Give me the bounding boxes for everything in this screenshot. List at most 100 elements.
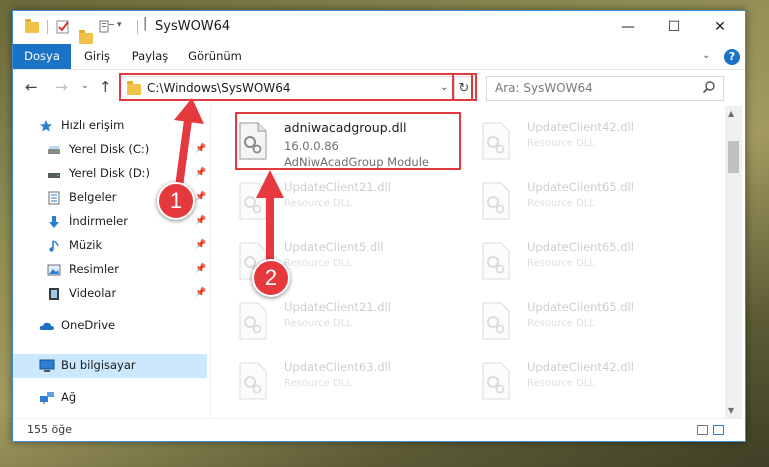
file-name: UpdateClient42.dll [527,120,634,134]
list-item[interactable]: UpdateClient63.dll Resource DLL [218,354,448,410]
file-description: Resource DLL [527,378,595,389]
sidebar-item-label: Müzik [69,238,103,252]
maximize-button[interactable]: ☐ [651,11,697,44]
sidebar-item-label: Belgeler [69,190,117,204]
sidebar-item-music[interactable]: Müzik 📌 [13,234,207,258]
file-name: UpdateClient21.dll [284,300,391,314]
help-icon[interactable]: ? [724,49,740,65]
dll-file-icon [482,242,510,280]
pictures-icon [47,264,61,276]
folder-icon [25,19,39,33]
file-name: UpdateClient65.dll [527,240,634,254]
customize-icon[interactable] [99,19,115,35]
annotation-arrow-2 [256,170,284,264]
file-description: Resource DLL [284,378,352,389]
sidebar-item-label: Bu bilgisayar [61,358,136,372]
pin-icon[interactable]: 📌 [195,288,206,298]
sidebar-item-label: İndirmeler [69,214,128,228]
sidebar-item-label: Hızlı erişim [61,118,125,132]
dll-file-icon [482,182,510,220]
dll-file-icon [239,362,267,400]
sidebar-item-network[interactable]: Ağ [13,386,207,410]
large-icons-view-icon[interactable] [713,425,724,435]
sidebar-item-onedrive[interactable]: OneDrive [13,314,207,338]
cloud-icon [39,322,54,330]
step-badge-1: 1 [157,182,195,220]
dll-file-icon [482,122,510,160]
download-icon [49,216,59,228]
forward-arrow-icon[interactable]: → [55,78,68,96]
star-icon [40,120,52,132]
search-placeholder: Ara: SysWOW64 [495,81,593,95]
dll-file-icon [482,302,510,340]
file-name: UpdateClient65.dll [527,300,634,314]
scrollbar-thumb[interactable] [728,141,739,173]
dll-file-icon [482,362,510,400]
quick-access-dropdown-icon[interactable]: ▾ [117,20,122,36]
sidebar-item-this-pc[interactable]: Bu bilgisayar [13,354,207,378]
search-icon[interactable] [702,80,716,94]
scroll-up-icon[interactable]: ▲ [728,109,734,118]
details-view-icon[interactable] [697,425,708,435]
ribbon-tabs: Dosya Giriş Paylaş Görünüm ⌄ ? [13,44,745,70]
tab-file[interactable]: Dosya [13,44,71,69]
network-icon [40,392,54,404]
pin-icon[interactable]: 📌 [195,216,206,226]
navigation-bar: ← → ⌄ ↑ C:\Windows\SysWOW64 ⌄ ↻ Ara: Sys… [13,70,745,106]
list-item[interactable]: UpdateClient42.dll Resource DLL [461,114,691,170]
sidebar-item-label: Videolar [69,286,117,300]
toolbar-separator [47,20,48,34]
file-description: Resource DLL [284,318,352,329]
computer-icon [39,359,55,372]
sidebar-item-label: Yerel Disk (D:) [69,166,151,180]
ribbon-expand-icon[interactable]: ⌄ [702,50,710,61]
drive-icon [48,173,60,178]
video-icon [49,288,59,300]
file-description: Resource DLL [527,198,595,209]
close-button[interactable]: ✕ [697,11,743,44]
step-badge-2: 2 [252,259,290,297]
sidebar-item-videos[interactable]: Videolar 📌 [13,282,207,306]
up-arrow-icon[interactable]: ↑ [99,78,112,96]
file-name: UpdateClient21.dll [284,180,391,194]
search-input[interactable]: Ara: SysWOW64 [486,76,724,101]
item-count: 155 öğe [27,423,72,436]
minimize-button[interactable]: — [605,11,651,44]
file-description: Resource DLL [527,318,595,329]
list-item[interactable]: UpdateClient42.dll Resource DLL [461,354,691,410]
status-bar: 155 öğe [13,418,745,441]
tab-share[interactable]: Paylaş [125,44,175,69]
pin-icon[interactable]: 📌 [195,264,206,274]
sidebar-item-pictures[interactable]: Resimler 📌 [13,258,207,282]
pin-icon[interactable]: 📌 [195,240,206,250]
list-item[interactable]: UpdateClient65.dll Resource DLL [461,174,691,230]
sidebar-item-label: OneDrive [61,318,116,332]
properties-icon[interactable] [55,19,71,35]
dll-file-icon [239,302,267,340]
documents-icon [48,191,60,205]
sidebar-item-label: Yerel Disk (C:) [69,142,150,156]
sidebar-item-label: Ağ [61,390,77,404]
tab-home[interactable]: Giriş [75,44,119,69]
window-title: SysWOW64 [155,19,231,34]
recent-locations-icon[interactable]: ⌄ [81,81,89,91]
file-description: Resource DLL [527,138,595,149]
vertical-scrollbar[interactable]: ▲ ▼ [725,106,742,418]
title-bar: ▾ | SysWOW64 — ☐ ✕ [13,11,745,44]
tab-view[interactable]: Görünüm [183,44,247,69]
file-description: Resource DLL [527,258,595,269]
toolbar-separator [137,20,138,34]
new-folder-icon[interactable] [79,30,93,44]
list-item[interactable]: UpdateClient65.dll Resource DLL [461,234,691,290]
list-item[interactable]: UpdateClient65.dll Resource DLL [461,294,691,350]
drive-icon [48,146,60,154]
file-name: UpdateClient65.dll [527,180,634,194]
sidebar-item-label: Resimler [69,262,119,276]
scroll-down-icon[interactable]: ▼ [728,406,734,415]
pane-divider[interactable] [210,106,211,418]
list-item[interactable]: UpdateClient21.dll Resource DLL [218,294,448,350]
file-name: UpdateClient63.dll [284,360,391,374]
title-divider-icon: | [143,16,148,31]
music-icon [49,240,59,252]
back-arrow-icon[interactable]: ← [25,78,38,96]
